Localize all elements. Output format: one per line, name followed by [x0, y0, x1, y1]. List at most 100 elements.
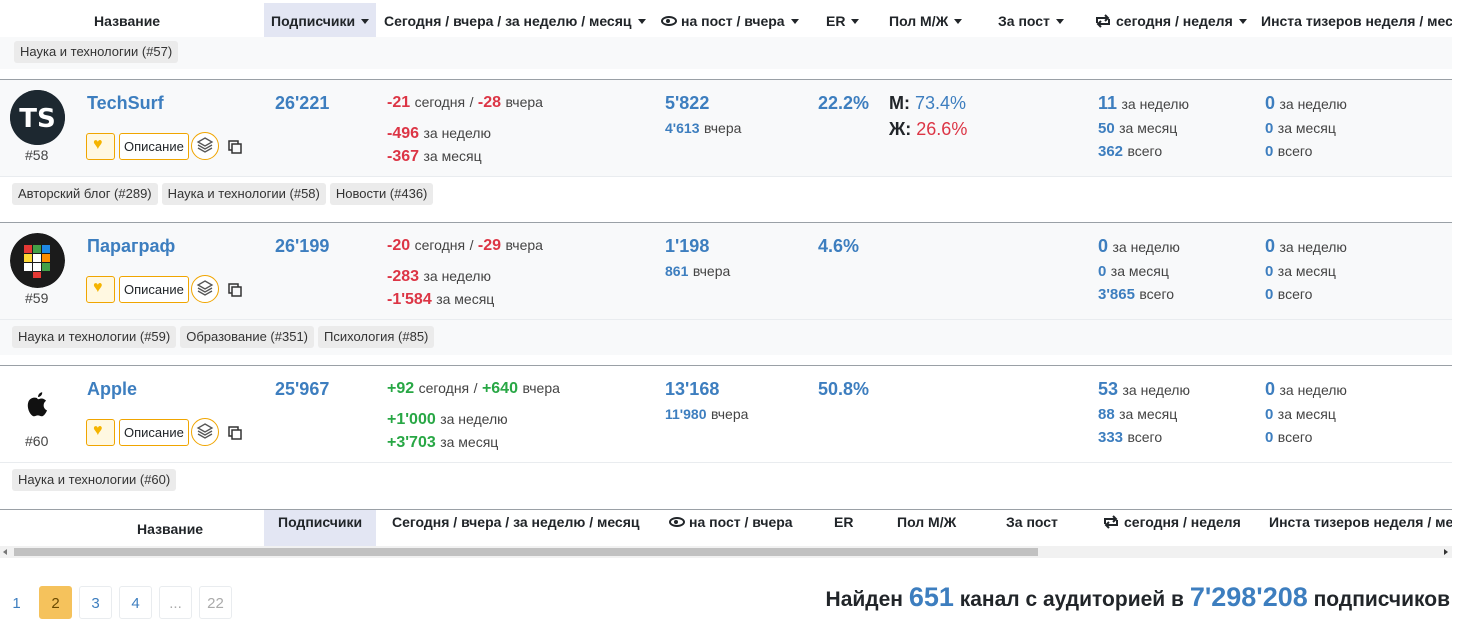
copy-icon[interactable]: [228, 140, 242, 154]
col-gender-header[interactable]: Пол М/Ж: [889, 3, 963, 39]
page-link-4[interactable]: 4: [119, 586, 152, 619]
channel-rank: #59: [25, 290, 49, 306]
channel-avatar[interactable]: TS: [10, 90, 65, 145]
views-yesterday-value: 11'980: [665, 406, 707, 422]
scroll-left-arrow-icon[interactable]: [3, 549, 7, 555]
insta-month: 0 за месяц: [1265, 406, 1336, 424]
label-yesterday: вчера: [505, 237, 543, 253]
col-per-post-header[interactable]: За пост: [998, 3, 1064, 39]
channel-avatar[interactable]: [10, 376, 65, 431]
col-reposts-footer[interactable]: сегодня / неделя: [1102, 512, 1241, 548]
horizontal-scrollbar[interactable]: [0, 546, 1452, 558]
views-per-post: 5'822: [665, 93, 710, 113]
views-yesterday: 4'613 вчера: [665, 120, 741, 138]
col-er-footer[interactable]: ER: [834, 512, 853, 548]
growth-week-value: -283: [387, 268, 420, 285]
gender-male: М: 73.4%: [889, 93, 966, 114]
tag-chip[interactable]: Наука и технологии (#57): [14, 41, 179, 63]
insta-total: 0 всего: [1265, 429, 1312, 447]
favorite-heart-button[interactable]: [86, 419, 115, 446]
description-button[interactable]: Описание: [119, 419, 189, 446]
growth-today: -21: [387, 94, 411, 111]
tag-chip[interactable]: Наука и технологии (#59): [12, 326, 177, 348]
col-per-post-footer[interactable]: За пост: [1006, 512, 1058, 548]
col-views-label: на пост / вчера: [681, 13, 785, 29]
favorite-heart-button[interactable]: [86, 276, 115, 303]
page-link-last[interactable]: 22: [199, 586, 232, 619]
col-views-footer[interactable]: на пост / вчера: [669, 512, 793, 548]
insta-total-value: 0: [1265, 429, 1274, 446]
layers-button[interactable]: [191, 275, 219, 303]
tag-chip[interactable]: Наука и технологии (#58): [161, 183, 326, 205]
reposts-week: 11 за неделю: [1098, 93, 1189, 114]
col-growth-footer[interactable]: Сегодня / вчера / за неделю / месяц: [392, 512, 640, 548]
layers-button[interactable]: [191, 418, 219, 446]
tag-chip[interactable]: Авторский блог (#289): [12, 183, 158, 205]
reposts-total: 362 всего: [1098, 143, 1162, 161]
col-reposts-header[interactable]: сегодня / неделя: [1094, 3, 1247, 39]
page-link-3[interactable]: 3: [79, 586, 112, 619]
scroll-right-arrow-icon[interactable]: [1444, 549, 1448, 555]
description-button[interactable]: Описание: [119, 276, 189, 303]
channel-name-link[interactable]: Параграф: [87, 236, 175, 257]
page-link-2-active[interactable]: 2: [39, 586, 72, 619]
label-week: за неделю: [423, 125, 491, 141]
col-views-header[interactable]: на пост / вчера: [661, 3, 799, 39]
col-subscribers-footer[interactable]: Подписчики: [264, 510, 376, 546]
row-tags: Наука и технологии (#59) Образование (#35…: [0, 319, 1452, 355]
copy-icon[interactable]: [228, 283, 242, 297]
insta-month: 0 за месяц: [1265, 120, 1336, 138]
tag-chip[interactable]: Образование (#351): [180, 326, 315, 348]
tag-chip[interactable]: Наука и технологии (#60): [12, 469, 177, 491]
reposts-week: 0 за неделю: [1098, 236, 1180, 257]
channel-rank: #60: [25, 433, 49, 449]
channel-name-link[interactable]: TechSurf: [87, 93, 164, 114]
channel-avatar[interactable]: [10, 233, 65, 288]
col-insta-header[interactable]: Инста тизеров неделя / месяц: [1261, 3, 1452, 39]
label-month: за месяц: [436, 291, 495, 307]
label-slash: /: [469, 94, 474, 110]
gender-female: Ж: 26.6%: [889, 119, 967, 140]
growth-week: -496 за неделю: [387, 125, 491, 143]
label-month: за месяц: [423, 148, 482, 164]
row-tags: Наука и технологии (#60): [0, 462, 1452, 498]
label-month: за месяц: [440, 434, 499, 450]
label-week: за неделю: [1121, 96, 1189, 112]
insta-week: 0 за неделю: [1265, 236, 1347, 257]
subscribers-count: 25'967: [275, 379, 330, 399]
label-today: сегодня: [418, 380, 470, 396]
er-value: 22.2%: [818, 93, 870, 113]
horizontal-scroll-thumb[interactable]: [14, 548, 1038, 556]
growth-yesterday: -29: [477, 237, 502, 254]
page-link-1[interactable]: 1: [0, 586, 33, 619]
insta-week-value: 0: [1265, 379, 1276, 399]
col-insta-footer[interactable]: Инста тизеров неделя / месяц: [1269, 512, 1452, 548]
rubik-cube-logo-icon: [10, 233, 65, 288]
col-growth-header[interactable]: Сегодня / вчера / за неделю / месяц: [384, 3, 646, 39]
description-button[interactable]: Описание: [119, 133, 189, 160]
insta-week: 0 за неделю: [1265, 93, 1347, 114]
copy-icon[interactable]: [228, 426, 242, 440]
label-month: за месяц: [1119, 406, 1178, 422]
col-name-header[interactable]: Название: [94, 3, 160, 39]
col-er-label: ER: [826, 13, 846, 29]
tag-chip[interactable]: Психология (#85): [318, 326, 435, 348]
favorite-heart-button[interactable]: [86, 133, 115, 160]
label-slash: /: [469, 237, 474, 253]
tag-chip[interactable]: Новости (#436): [329, 183, 434, 205]
insta-month: 0 за месяц: [1265, 263, 1336, 281]
techsurf-logo-icon: TS: [10, 90, 65, 145]
summary-middle: канал с аудиторией в: [959, 588, 1184, 611]
layers-button[interactable]: [191, 132, 219, 160]
channel-name-link[interactable]: Apple: [87, 379, 137, 400]
reposts-month-value: 88: [1098, 406, 1115, 423]
col-er-header[interactable]: ER: [826, 3, 860, 39]
reposts-total: 3'865 всего: [1098, 286, 1174, 304]
label-month: за месяц: [1119, 120, 1178, 136]
insta-week-value: 0: [1265, 93, 1276, 113]
col-subscribers-header[interactable]: Подписчики: [264, 3, 376, 39]
label-week: за неделю: [440, 411, 508, 427]
growth-yesterday: -28: [477, 94, 502, 111]
col-gender-footer[interactable]: Пол М/Ж: [897, 512, 956, 548]
summary-prefix: Найден: [825, 588, 903, 611]
